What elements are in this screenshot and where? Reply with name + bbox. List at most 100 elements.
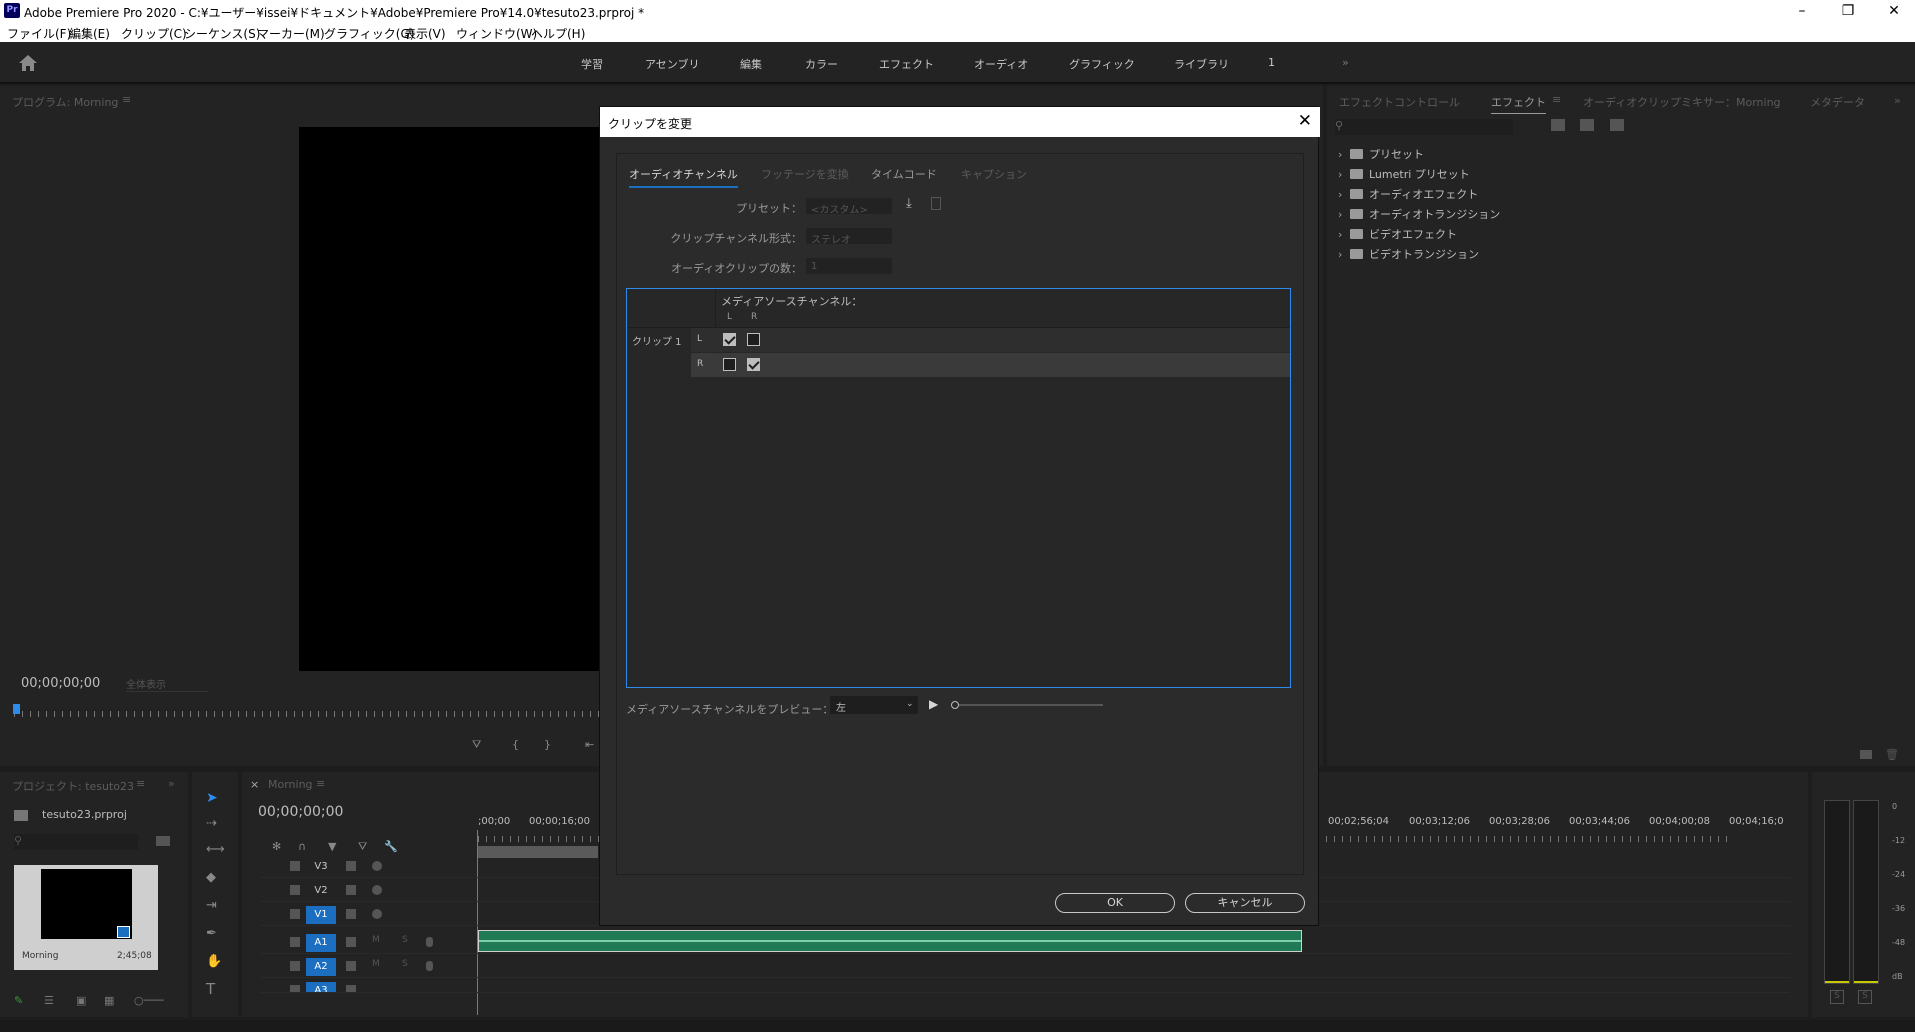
linked-selection-icon[interactable]: ∩ <box>298 840 306 853</box>
sync-lock-icon[interactable] <box>346 985 356 992</box>
lock-icon[interactable] <box>290 909 300 919</box>
sync-lock-icon[interactable] <box>346 885 356 895</box>
track-label-a2[interactable]: A2 <box>306 958 336 976</box>
workspace-tab-graphics[interactable]: グラフィック <box>1069 56 1135 72</box>
accelerated-effects-icon[interactable] <box>1551 119 1565 131</box>
microphone-icon[interactable] <box>426 937 433 947</box>
lock-icon[interactable] <box>290 885 300 895</box>
delete-icon[interactable]: 🗑 <box>1885 748 1899 761</box>
type-tool-icon[interactable]: T <box>206 980 215 998</box>
pen-tool-icon[interactable]: ✒ <box>206 926 217 941</box>
track-a2[interactable]: A2 M S <box>260 954 1790 978</box>
tree-item-video-transitions[interactable]: › ビデオトランジション <box>1338 246 1479 262</box>
lock-icon[interactable] <box>290 985 300 992</box>
effects-search-input[interactable]: ⚲ <box>1335 119 1513 135</box>
menu-graphics[interactable]: グラフィック(G) <box>324 25 414 42</box>
menu-marker[interactable]: マーカー(M) <box>257 25 325 42</box>
wrench-icon[interactable]: 🔧 <box>384 840 398 853</box>
freeform-view-icon[interactable]: ▦ <box>104 994 114 1007</box>
track-select-tool-icon[interactable]: ⇢ <box>206 816 217 831</box>
cancel-button[interactable]: キャンセル <box>1185 893 1305 913</box>
eye-icon[interactable] <box>372 909 382 919</box>
track-label-v1[interactable]: V1 <box>306 906 336 924</box>
eye-icon[interactable] <box>372 861 382 871</box>
project-search-input[interactable]: ⚲ <box>14 834 138 850</box>
hand-tool-icon[interactable]: ✋ <box>206 954 222 969</box>
effects-overflow-icon[interactable]: » <box>1894 94 1901 107</box>
close-window-icon[interactable]: ✕ <box>1871 0 1915 22</box>
menu-clip[interactable]: クリップ(C) <box>121 25 187 42</box>
timeline-timecode[interactable]: 00;00;00;00 <box>258 804 343 820</box>
menu-sequence[interactable]: シーケンス(S) <box>184 25 260 42</box>
tab-captions[interactable]: キャプション <box>961 166 1027 182</box>
eye-icon[interactable] <box>372 885 382 895</box>
home-icon[interactable] <box>18 54 38 72</box>
new-bin-icon[interactable] <box>156 836 170 846</box>
slip-tool-icon[interactable]: ⇥ <box>206 898 217 913</box>
effects-panel-menu-icon[interactable]: ≡ <box>1552 93 1561 106</box>
yuv-effects-icon[interactable] <box>1610 119 1624 131</box>
pencil-icon[interactable]: ✎ <box>14 994 23 1007</box>
clip-thumbnail[interactable]: Morning 2;45;08 <box>14 865 158 970</box>
solo-button[interactable]: S <box>402 959 408 969</box>
tab-effects[interactable]: エフェクト <box>1491 94 1546 114</box>
new-bin-icon[interactable] <box>1860 750 1872 759</box>
tab-effect-controls[interactable]: エフェクトコントロール <box>1339 94 1460 110</box>
tab-audio-channels[interactable]: オーディオチャンネル <box>629 166 738 188</box>
microphone-icon[interactable] <box>426 961 433 971</box>
tab-audio-clip-mixer[interactable]: オーディオクリップミキサー：Morning <box>1583 94 1781 110</box>
tab-metadata[interactable]: メタデータ <box>1810 94 1865 110</box>
checkbox-r-l[interactable] <box>723 358 736 371</box>
menu-file[interactable]: ファイル(F) <box>7 25 71 42</box>
razor-tool-icon[interactable]: ◆ <box>206 870 216 885</box>
project-overflow-icon[interactable]: » <box>168 777 175 790</box>
solo-button[interactable]: S <box>402 935 408 945</box>
workspace-tab-editing[interactable]: 編集 <box>740 56 762 72</box>
icon-view-icon[interactable]: ▣ <box>76 994 86 1007</box>
track-label-a3[interactable]: A3 <box>306 982 336 992</box>
mute-button[interactable]: M <box>372 935 380 945</box>
dialog-close-icon[interactable]: ✕ <box>1298 111 1312 131</box>
workspace-tab-libraries[interactable]: ライブラリ <box>1174 56 1229 72</box>
workspace-tab-color[interactable]: カラー <box>805 56 838 72</box>
tree-item-lumetri-presets[interactable]: › Lumetri プリセット <box>1338 166 1470 182</box>
track-label-v3[interactable]: V3 <box>306 858 336 876</box>
track-a3[interactable]: A3 <box>260 978 1790 993</box>
timeline-close-icon[interactable]: × <box>250 778 259 791</box>
sync-lock-icon[interactable] <box>346 861 356 871</box>
preset-dropdown[interactable]: <カスタム> <box>805 197 893 216</box>
fit-dropdown[interactable]: 全体表示 <box>126 676 208 692</box>
menu-view[interactable]: 表示(V) <box>404 25 446 42</box>
program-monitor-title[interactable]: プログラム: Morning <box>12 94 118 110</box>
list-view-icon[interactable]: ☰ <box>44 994 54 1007</box>
audio-clip-a1[interactable] <box>478 930 1302 952</box>
program-video-frame[interactable] <box>299 127 601 671</box>
menu-help[interactable]: ヘルプ(H) <box>531 25 585 42</box>
tree-item-audio-transitions[interactable]: › オーディオトランジション <box>1338 206 1500 222</box>
menu-window[interactable]: ウィンドウ(W) <box>456 25 537 42</box>
audio-clip-count-field[interactable]: 1 <box>805 257 893 275</box>
panel-menu-icon[interactable]: ≡ <box>122 93 131 106</box>
checkbox-l-l[interactable] <box>723 333 736 346</box>
minimize-icon[interactable]: – <box>1779 0 1825 22</box>
ripple-edit-tool-icon[interactable]: ⟷ <box>206 842 225 857</box>
checkbox-r-r[interactable] <box>747 358 760 371</box>
lock-icon[interactable] <box>290 937 300 947</box>
32bit-effects-icon[interactable] <box>1580 119 1594 131</box>
workspace-overflow-icon[interactable]: » <box>1342 56 1349 69</box>
add-marker-icon[interactable]: ▼ <box>328 840 336 853</box>
workspace-tab-effects[interactable]: エフェクト <box>879 56 934 72</box>
mute-button[interactable]: M <box>372 959 380 969</box>
channel-format-dropdown[interactable]: ステレオ <box>805 227 893 246</box>
sync-lock-icon[interactable] <box>346 937 356 947</box>
go-to-in-icon[interactable]: ⇤ <box>585 738 594 751</box>
tab-interpret-footage[interactable]: フッテージを変換 <box>761 166 849 182</box>
timeline-panel-menu-icon[interactable]: ≡ <box>316 777 325 790</box>
workspace-tab-audio[interactable]: オーディオ <box>974 56 1028 72</box>
checkbox-l-r[interactable] <box>747 333 760 346</box>
track-label-a1[interactable]: A1 <box>306 934 336 952</box>
ok-button[interactable]: OK <box>1055 893 1175 913</box>
solo-right-button[interactable]: S <box>1858 990 1872 1004</box>
scrubber-handle[interactable] <box>951 701 959 709</box>
preview-channel-dropdown[interactable]: 左 <box>830 696 918 714</box>
